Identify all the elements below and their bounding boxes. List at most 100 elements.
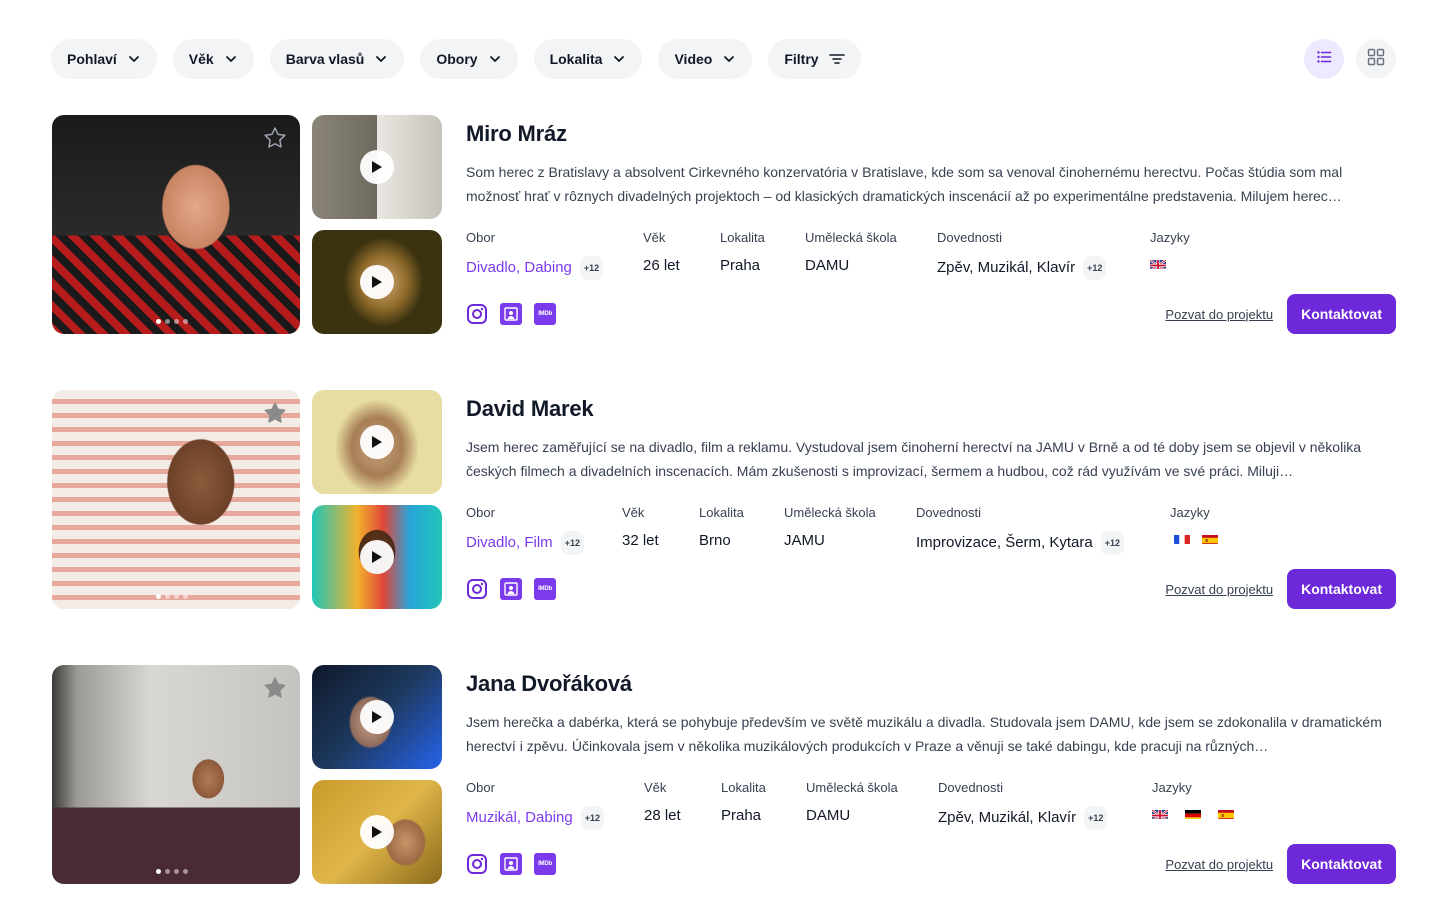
filter-video[interactable]: Video <box>658 39 753 79</box>
play-icon[interactable] <box>360 815 394 849</box>
carousel-dots <box>156 319 188 324</box>
invite-to-project-link[interactable]: Pozvat do projektu <box>1165 582 1273 597</box>
filter-gender[interactable]: Pohlaví <box>51 39 157 79</box>
more-badge[interactable]: +12 <box>1084 806 1108 830</box>
attr-location: Lokalita Brno <box>699 505 744 551</box>
chevron-down-icon <box>488 52 502 66</box>
flag-es-icon <box>1202 533 1218 544</box>
attr-location-value: Praha <box>720 257 761 274</box>
profile-card-icon[interactable] <box>500 578 522 600</box>
flag-fr-icon <box>1174 533 1190 544</box>
profile-photo[interactable] <box>52 115 300 334</box>
filter-location[interactable]: Lokalita <box>533 39 643 79</box>
attr-skills: Dovednosti Improvizace, Šerm, Kytara +12 <box>916 505 1124 555</box>
attr-languages: Jazyky <box>1152 780 1234 819</box>
play-icon[interactable] <box>360 540 394 574</box>
attr-skills: Dovednosti Zpěv, Muzikál, Klavír +12 <box>938 780 1108 830</box>
profile-attributes: Obor Divadlo, Dabing +12 Věk 26 let Lokalit… <box>466 230 1396 280</box>
video-thumbnail[interactable] <box>312 665 442 769</box>
imdb-icon[interactable]: IMDb <box>534 853 556 875</box>
profile-name[interactable]: Jana Dvořáková <box>466 671 632 697</box>
profile-card-icon[interactable] <box>500 853 522 875</box>
video-thumbnail[interactable] <box>312 115 442 219</box>
carousel-dots <box>156 594 188 599</box>
imdb-icon[interactable]: IMDb <box>534 303 556 325</box>
filter-age[interactable]: Věk <box>172 39 254 79</box>
attr-field-value[interactable]: Muzikál, Dabing <box>466 808 573 828</box>
attr-age-value: 26 let <box>643 257 680 274</box>
chevron-down-icon <box>127 52 141 66</box>
attr-school-value: DAMU <box>805 257 850 274</box>
profile-info: Miro Mráz Som herec z Bratislavy a absol… <box>466 115 1396 334</box>
grid-view-button[interactable] <box>1356 39 1396 79</box>
play-icon[interactable] <box>360 150 394 184</box>
filter-list: Pohlaví Věk Barva vlasů Obory Lokalita V… <box>51 39 1396 79</box>
attr-age: Věk 28 let <box>644 780 681 826</box>
profile-name[interactable]: Miro Mráz <box>466 121 567 147</box>
favorite-star-icon[interactable] <box>262 125 288 151</box>
profile-photo[interactable] <box>52 665 300 884</box>
attr-label: Dovednosti <box>916 505 982 520</box>
attr-skills-value: Improvizace, Šerm, Kytara <box>916 534 1093 551</box>
video-thumbnail[interactable] <box>312 780 442 884</box>
favorite-star-icon[interactable] <box>262 675 288 701</box>
attr-location-value: Brno <box>699 532 731 549</box>
chevron-down-icon <box>374 52 388 66</box>
profile-card: Jana Dvořáková Jsem herečka a dabérka, k… <box>52 665 1396 884</box>
more-badge[interactable]: +12 <box>560 531 584 555</box>
attr-skills-value: Zpěv, Muzikál, Klavír <box>937 259 1076 276</box>
play-icon[interactable] <box>360 425 394 459</box>
list-view-button[interactable] <box>1304 39 1344 79</box>
social-links: IMDb <box>466 853 556 875</box>
attr-skills: Dovednosti Zpěv, Muzikál, Klavír +12 <box>937 230 1107 280</box>
contact-button[interactable]: Kontaktovat <box>1287 844 1396 884</box>
filter-more[interactable]: Filtry <box>768 39 861 79</box>
more-badge[interactable]: +12 <box>580 806 604 830</box>
filter-fields[interactable]: Obory <box>420 39 518 79</box>
profile-attributes: Obor Muzikál, Dabing +12 Věk 28 let Lokalit… <box>466 780 1396 830</box>
instagram-icon[interactable] <box>466 578 488 600</box>
contact-button[interactable]: Kontaktovat <box>1287 294 1396 334</box>
attr-field-value[interactable]: Divadlo, Film <box>466 533 553 553</box>
favorite-star-icon[interactable] <box>262 400 288 426</box>
more-badge[interactable]: +12 <box>1100 531 1124 555</box>
video-thumbnail[interactable] <box>312 505 442 609</box>
profile-actions: Pozvat do projektu Kontaktovat <box>1165 844 1396 884</box>
filter-hair-color[interactable]: Barva vlasů <box>269 39 405 79</box>
filter-label: Lokalita <box>549 51 603 67</box>
attr-label: Lokalita <box>721 780 766 795</box>
invite-to-project-link[interactable]: Pozvat do projektu <box>1165 857 1273 872</box>
profile-info: Jana Dvořáková Jsem herečka a dabérka, k… <box>466 665 1396 884</box>
attr-label: Umělecká škola <box>806 780 898 795</box>
flag-de-icon <box>1185 808 1201 819</box>
more-badge[interactable]: +12 <box>579 256 604 280</box>
attr-label: Umělecká škola <box>784 505 876 520</box>
more-badge[interactable]: +12 <box>1083 256 1107 280</box>
filter-lines-icon <box>828 51 845 67</box>
attr-label: Jazyky <box>1150 230 1190 245</box>
instagram-icon[interactable] <box>466 303 488 325</box>
attr-label: Jazyky <box>1152 780 1192 795</box>
carousel-dots <box>156 869 188 874</box>
profile-card-icon[interactable] <box>500 303 522 325</box>
attr-age: Věk 32 let <box>622 505 659 551</box>
instagram-icon[interactable] <box>466 853 488 875</box>
imdb-icon[interactable]: IMDb <box>534 578 556 600</box>
contact-button[interactable]: Kontaktovat <box>1287 569 1396 609</box>
video-thumbnail[interactable] <box>312 230 442 334</box>
play-icon[interactable] <box>360 265 394 299</box>
attr-languages: Jazyky <box>1170 505 1218 544</box>
attr-school: Umělecká škola JAMU <box>784 505 876 551</box>
profile-name[interactable]: David Marek <box>466 396 594 422</box>
attr-field-value[interactable]: Divadlo, Dabing <box>466 258 572 278</box>
attr-languages: Jazyky <box>1150 230 1190 269</box>
video-thumbnail[interactable] <box>312 390 442 494</box>
profile-attributes: Obor Divadlo, Film +12 Věk 32 let Lokalita B… <box>466 505 1396 555</box>
attr-label: Dovednosti <box>938 780 1004 795</box>
attr-label: Obor <box>466 780 495 795</box>
invite-to-project-link[interactable]: Pozvat do projektu <box>1165 307 1273 322</box>
attr-location-value: Praha <box>721 807 762 824</box>
play-icon[interactable] <box>360 700 394 734</box>
chevron-down-icon <box>722 52 736 66</box>
profile-photo[interactable] <box>52 390 300 609</box>
